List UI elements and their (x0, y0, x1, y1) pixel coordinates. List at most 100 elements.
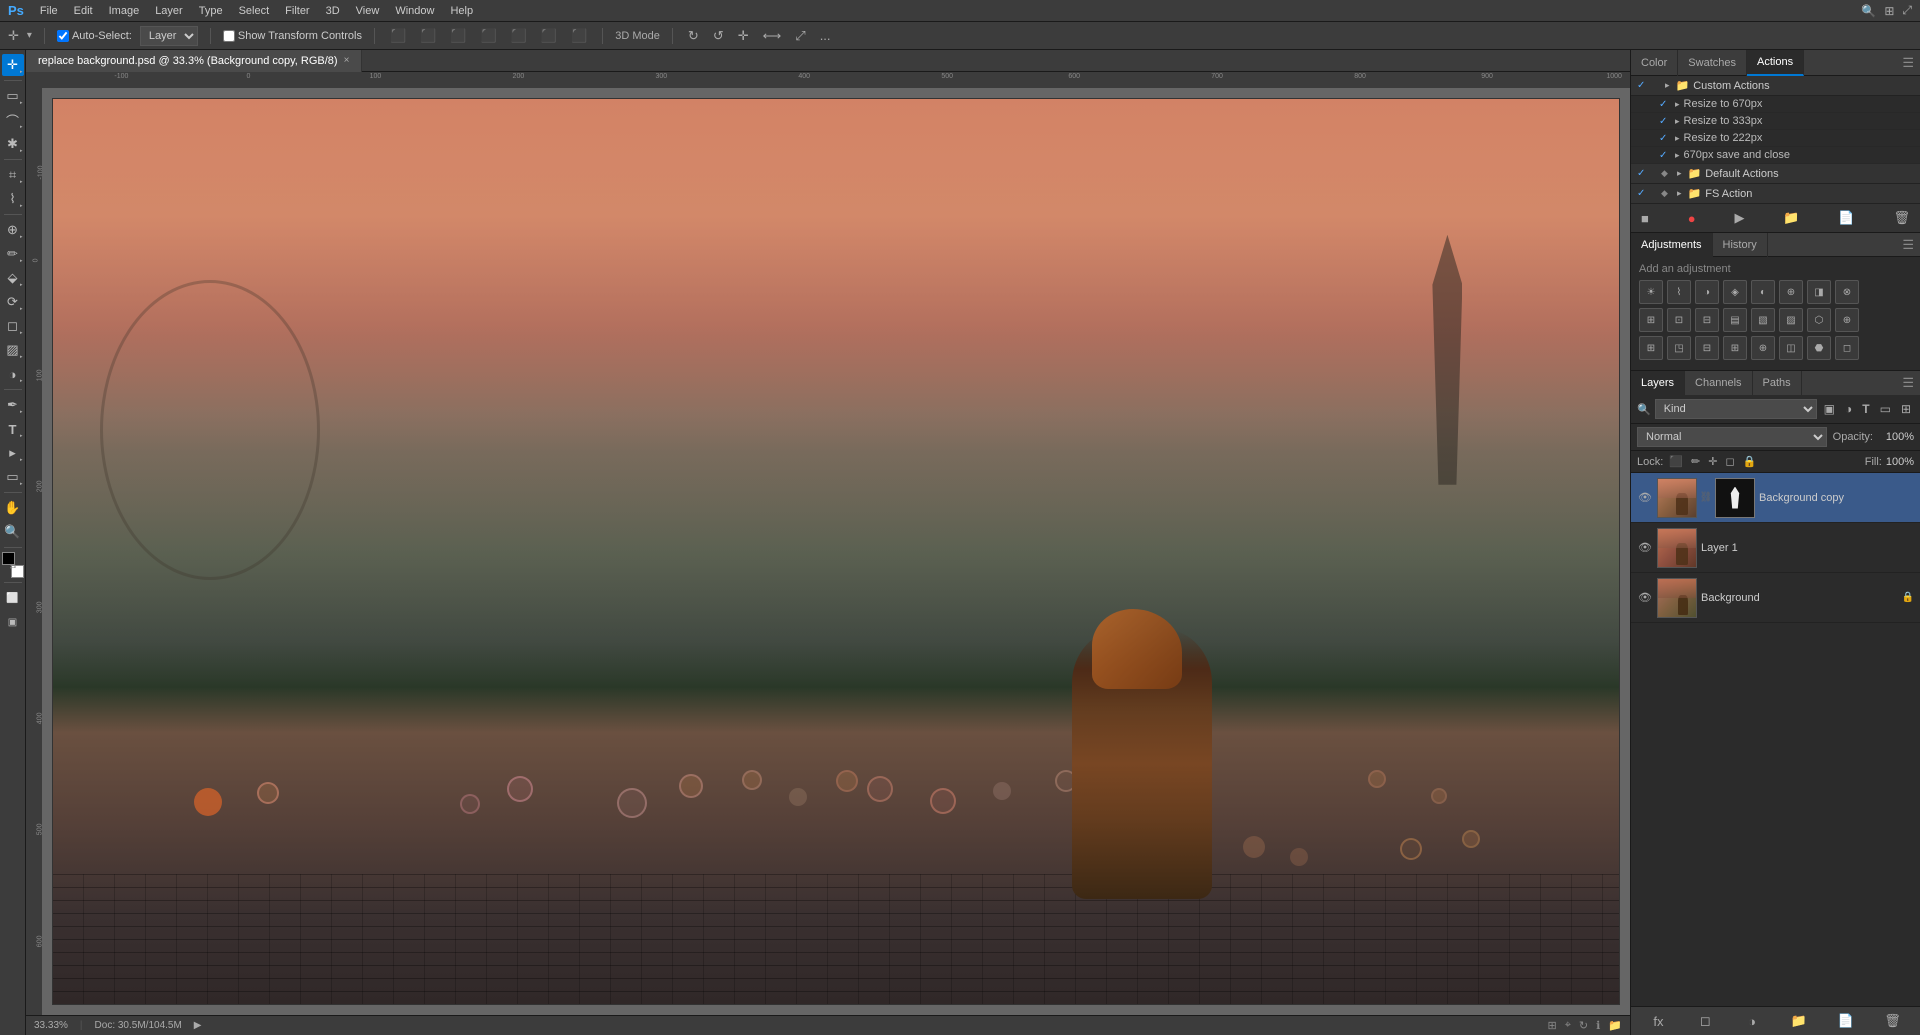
eye-layer1[interactable]: 👁 (1637, 540, 1653, 556)
layer-item-bgcopy[interactable]: 👁 ⛓ Background copy (1631, 473, 1920, 523)
menu-view[interactable]: View (356, 5, 380, 17)
align-right-btn[interactable]: ⬛ (447, 27, 469, 45)
align-bottom-btn[interactable]: ⬛ (538, 27, 560, 45)
new-set-btn[interactable]: 📁 (1781, 208, 1801, 228)
panel-options-btn[interactable]: ☰ (1902, 55, 1920, 71)
curves-btn[interactable]: ⌇ (1667, 280, 1691, 304)
layer-item-layer1[interactable]: 👁 Layer 1 (1631, 523, 1920, 573)
selectivecolor-btn[interactable]: ⬡ (1807, 308, 1831, 332)
record-btn[interactable]: ● (1686, 209, 1698, 228)
rotate-3d-btn[interactable]: ↻ (685, 27, 702, 45)
menu-3d[interactable]: 3D (326, 5, 340, 17)
align-top-btn[interactable]: ⬛ (478, 27, 500, 45)
adj-more-btn[interactable]: ⊕ (1835, 308, 1859, 332)
posterize-btn[interactable]: ▤ (1723, 308, 1747, 332)
hand-tool[interactable]: ✋ (2, 497, 24, 519)
workspace-icon[interactable]: ⊞ (1884, 4, 1894, 18)
delete-layer-btn[interactable]: 🗑 (1871, 1011, 1914, 1031)
eye-background[interactable]: 👁 (1637, 590, 1653, 606)
autoselect-checkbox[interactable] (57, 30, 69, 42)
menu-type[interactable]: Type (199, 5, 223, 17)
search-icon[interactable]: 🔍 (1861, 4, 1876, 18)
stamp-tool[interactable]: ⬙ ▸ (2, 267, 24, 289)
pan-3d-btn[interactable]: ✛ (735, 27, 752, 45)
align-center-h-btn[interactable]: ⬛ (417, 27, 439, 45)
menu-window[interactable]: Window (395, 5, 434, 17)
exposure-btn[interactable]: ◑ (1695, 280, 1719, 304)
adj-options-btn[interactable]: ☰ (1902, 233, 1920, 256)
roll-3d-btn[interactable]: ↺ (710, 27, 727, 45)
tab-history[interactable]: History (1713, 233, 1768, 257)
layers-options-btn[interactable]: ☰ (1902, 371, 1920, 395)
filter-shape-btn[interactable]: ▭ (1877, 401, 1894, 417)
threshold-btn[interactable]: ▧ (1751, 308, 1775, 332)
tab-color[interactable]: Color (1631, 50, 1678, 76)
tab-swatches[interactable]: Swatches (1678, 50, 1747, 76)
action-item-resize670[interactable]: ✓ ▸ Resize to 670px (1631, 96, 1920, 113)
crop-tool[interactable]: ⌗ ▸ (2, 164, 24, 186)
folder-icon[interactable]: 📁 (1608, 1019, 1622, 1032)
dodge-tool[interactable]: ◑ ▸ (2, 363, 24, 385)
menu-edit[interactable]: Edit (74, 5, 93, 17)
tab-paths[interactable]: Paths (1753, 371, 1802, 395)
zoom-fit-icon[interactable]: ⌖ (1565, 1019, 1571, 1032)
align-left-btn[interactable]: ⬛ (387, 27, 409, 45)
align-center-v-btn[interactable]: ⬛ (508, 27, 530, 45)
default-actions-header[interactable]: ✓ ◆ ▸ 📁 Default Actions (1631, 164, 1920, 184)
delete-action-btn[interactable]: 🗑 (1891, 208, 1912, 228)
filter-pixel-btn[interactable]: ▣ (1821, 401, 1838, 417)
text-tool[interactable]: T ▸ (2, 418, 24, 440)
gradmap-btn[interactable]: ▨ (1779, 308, 1803, 332)
adj-icon-10[interactable]: ◳ (1667, 336, 1691, 360)
transform-checkbox[interactable] (223, 30, 235, 42)
menu-filter[interactable]: Filter (285, 5, 309, 17)
status-expand-btn[interactable]: ▶ (194, 1020, 202, 1031)
lock-all-btn[interactable]: 🔒 (1741, 454, 1759, 469)
spot-heal-tool[interactable]: ⊕ ▸ (2, 219, 24, 241)
filter-smart-btn[interactable]: ⊞ (1898, 401, 1914, 417)
tab-close-btn[interactable]: × (344, 55, 350, 66)
layer-item-background[interactable]: 👁 Background 🔒 (1631, 573, 1920, 623)
colorbal-btn[interactable]: ⊕ (1779, 280, 1803, 304)
add-mask-btn[interactable]: ◻ (1684, 1011, 1727, 1031)
lock-image-btn[interactable]: ✏ (1689, 454, 1702, 469)
adj-icon-9[interactable]: ⊞ (1639, 336, 1663, 360)
lock-artboard-btn[interactable]: ◻ (1723, 454, 1736, 469)
info-icon[interactable]: ℹ (1596, 1019, 1600, 1032)
adj-icon-14[interactable]: ◫ (1779, 336, 1803, 360)
tab-actions[interactable]: Actions (1747, 50, 1804, 76)
photofilter-btn[interactable]: ⊗ (1835, 280, 1859, 304)
add-adj-btn[interactable]: ◑ (1731, 1012, 1774, 1031)
screen-mode-btn[interactable]: ▣ (2, 611, 24, 633)
pen-tool[interactable]: ✒ ▸ (2, 394, 24, 416)
tab-adjustments[interactable]: Adjustments (1631, 233, 1713, 257)
align-more-btn[interactable]: ⬛ (568, 27, 590, 45)
chanmix-btn[interactable]: ⊞ (1639, 308, 1663, 332)
colorlookup-btn[interactable]: ⊡ (1667, 308, 1691, 332)
arrange-icon[interactable]: ⊞ (1547, 1019, 1556, 1032)
adj-icon-16[interactable]: ◻ (1835, 336, 1859, 360)
add-group-btn[interactable]: 📁 (1777, 1011, 1820, 1031)
huesat-btn[interactable]: ◐ (1751, 280, 1775, 304)
bw-btn[interactable]: ◨ (1807, 280, 1831, 304)
expand-icon[interactable]: ⤢ (1902, 3, 1912, 18)
menu-image[interactable]: Image (109, 5, 140, 17)
fs-actions-header[interactable]: ✓ ◆ ▸ 📁 FS Action (1631, 184, 1920, 204)
quickmask-tool[interactable]: ⬜ (2, 587, 24, 609)
lasso-tool[interactable]: ⌒ ▸ (2, 109, 24, 131)
shape-tool[interactable]: ▭ ▸ (2, 466, 24, 488)
eyedropper-tool[interactable]: ⌇ ▸ (2, 188, 24, 210)
autoselect-dropdown[interactable]: Layer (140, 26, 198, 46)
filter-type-btn[interactable]: T (1859, 401, 1872, 417)
stop-btn[interactable]: ■ (1639, 209, 1651, 228)
layers-filter-dropdown[interactable]: Kind (1655, 399, 1817, 419)
document-tab[interactable]: replace background.psd @ 33.3% (Backgrou… (26, 50, 362, 72)
adj-icon-15[interactable]: ⬣ (1807, 336, 1831, 360)
filter-adj-btn[interactable]: ◑ (1842, 401, 1855, 417)
action-item-saveclose[interactable]: ✓ ▸ 670px save and close (1631, 147, 1920, 164)
lock-position-btn[interactable]: ✛ (1706, 454, 1719, 469)
path-select-tool[interactable]: ▸ ▸ (2, 442, 24, 464)
tab-layers[interactable]: Layers (1631, 371, 1685, 395)
move-tool[interactable]: ✛ ▸ (2, 54, 24, 76)
custom-actions-header[interactable]: ✓ ▸ 📁 Custom Actions (1631, 76, 1920, 96)
